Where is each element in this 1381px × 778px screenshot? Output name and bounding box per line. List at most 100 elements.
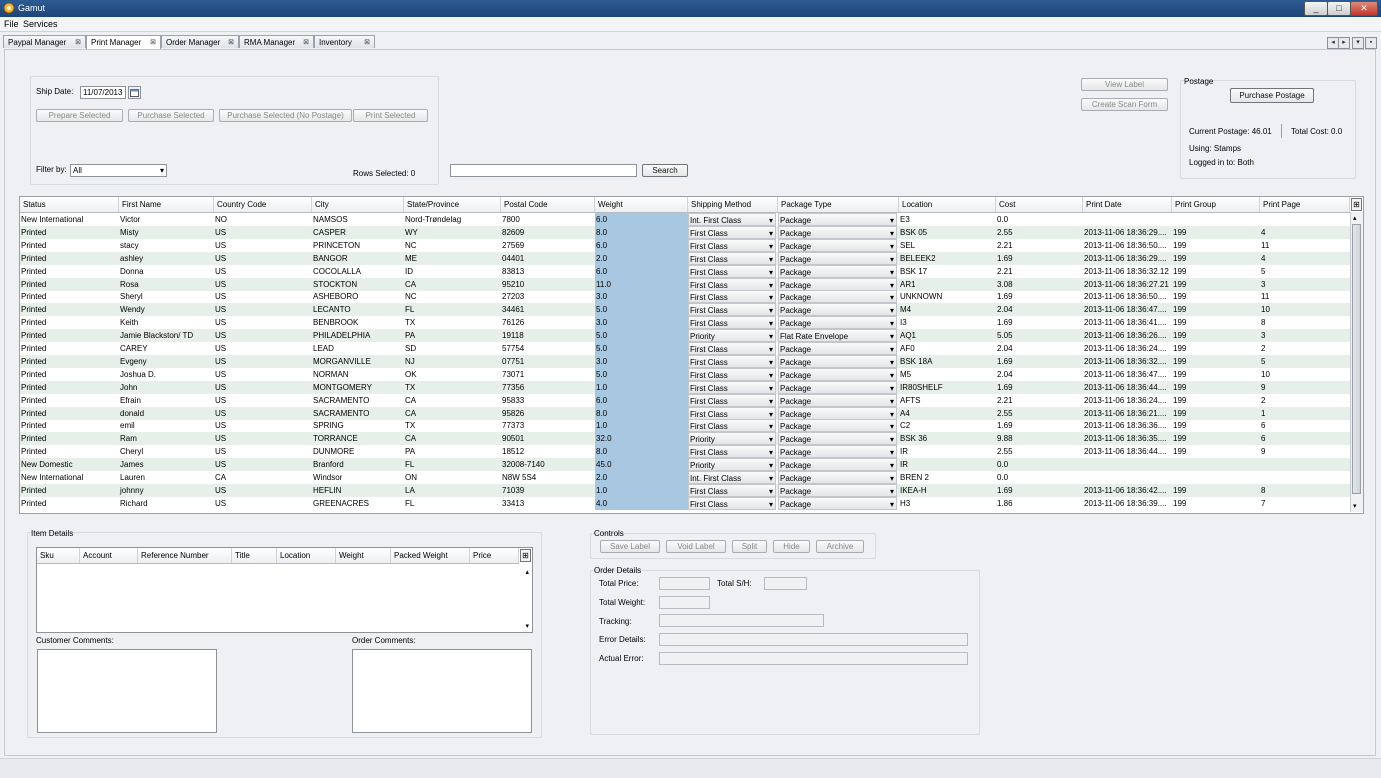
shipping-method-cell[interactable]: First Class — [688, 406, 776, 420]
column-header-postal-code[interactable]: Postal Code — [501, 197, 595, 212]
total-price-field[interactable] — [659, 577, 710, 590]
package-type-cell[interactable]: Package — [778, 213, 897, 226]
tab-close-icon[interactable]: ⊠ — [75, 36, 81, 49]
package-type-cell[interactable]: Package — [778, 264, 897, 278]
shipping-method-cell[interactable]: First Class — [688, 380, 776, 394]
total-sh-field[interactable] — [764, 577, 807, 590]
maximize-button[interactable]: □ — [1327, 1, 1351, 16]
scroll-down-icon[interactable]: ▾ — [1353, 502, 1357, 510]
column-header-country-code[interactable]: Country Code — [214, 197, 312, 212]
package-type-cell[interactable]: Package — [778, 406, 897, 420]
actual-error-field[interactable] — [659, 652, 968, 665]
column-header-first-name[interactable]: First Name — [119, 197, 214, 212]
item-column-header-location[interactable]: Location — [277, 548, 336, 563]
shipping-method-cell[interactable]: First Class — [688, 496, 776, 510]
menu-services[interactable]: Services — [23, 19, 58, 29]
package-type-cell[interactable]: Package — [778, 277, 897, 291]
package-type-cell[interactable]: Package — [778, 225, 897, 239]
weight-cell[interactable]: 5.0 — [595, 367, 688, 381]
package-type-cell[interactable]: Package — [778, 316, 897, 330]
table-row[interactable]: Printed donald US SACRAMENTO CA 95826 8.0 First… — [20, 406, 1350, 420]
package-type-cell[interactable]: Package — [778, 483, 897, 497]
create-scan-form-button[interactable]: Create Scan Form — [1081, 98, 1168, 111]
purchase-selected-button[interactable]: Purchase Selected — [128, 109, 214, 122]
shipping-method-cell[interactable]: First Class — [688, 225, 776, 239]
filter-select[interactable]: All ▾ — [70, 164, 167, 177]
table-row[interactable]: Printed Keith US BENBROOK TX 76126 3.0 First Cl… — [20, 316, 1350, 330]
shipping-method-cell[interactable]: First Class — [688, 367, 776, 381]
table-row[interactable]: Printed Evgeny US MORGANVILLE NJ 07751 3.0 Firs… — [20, 354, 1350, 368]
table-row[interactable]: Printed Cheryl US DUNMORE PA 18512 8.0 First Cl… — [20, 445, 1350, 459]
package-type-cell[interactable]: Package — [778, 238, 897, 252]
weight-cell[interactable]: 3.0 — [595, 290, 688, 304]
table-row[interactable]: New International Lauren CA Windsor ON N8W 5S… — [20, 471, 1350, 484]
tab-scroll-right-icon[interactable]: ▸ — [1338, 37, 1350, 49]
tab-print-manager[interactable]: Print Manager ⊠ — [86, 35, 161, 49]
tab-list-icon[interactable]: ▾ — [1352, 37, 1364, 49]
package-type-cell[interactable]: Package — [778, 496, 897, 510]
table-row[interactable]: Printed John US MONTGOMERY TX 77356 1.0 First C… — [20, 380, 1350, 394]
table-row[interactable]: Printed emil US SPRING TX 77373 1.0 First Class… — [20, 419, 1350, 433]
item-column-header-packed-weight[interactable]: Packed Weight — [391, 548, 470, 563]
prepare-selected-button[interactable]: Prepare Selected — [36, 109, 123, 122]
package-type-cell[interactable]: Flat Rate Envelope — [778, 329, 897, 343]
close-window-button[interactable]: ✕ — [1350, 1, 1378, 16]
shipping-method-cell[interactable]: First Class — [688, 354, 776, 368]
tab-paypal-manager[interactable]: Paypal Manager ⊠ — [3, 35, 86, 48]
weight-cell[interactable]: 5.0 — [595, 342, 688, 355]
shipping-method-cell[interactable]: First Class — [688, 393, 776, 407]
shipping-method-cell[interactable]: First Class — [688, 264, 776, 278]
column-header-location[interactable]: Location — [899, 197, 996, 212]
package-type-cell[interactable]: Package — [778, 419, 897, 433]
shipping-method-cell[interactable]: Priority — [688, 432, 776, 446]
shipping-method-cell[interactable]: First Class — [688, 251, 776, 265]
menu-file[interactable]: File — [4, 19, 19, 29]
tab-order-manager[interactable]: Order Manager ⊠ — [161, 35, 239, 48]
error-details-field[interactable] — [659, 633, 968, 646]
column-header-state-province[interactable]: State/Province — [404, 197, 501, 212]
weight-cell[interactable]: 6.0 — [595, 393, 688, 407]
column-header-print-group[interactable]: Print Group — [1172, 197, 1260, 212]
weight-cell[interactable]: 2.0 — [595, 251, 688, 265]
weight-cell[interactable]: 6.0 — [595, 213, 688, 226]
weight-cell[interactable]: 4.0 — [595, 496, 688, 510]
weight-cell[interactable]: 1.0 — [595, 483, 688, 497]
shipping-method-cell[interactable]: Priority — [688, 458, 776, 472]
weight-cell[interactable]: 3.0 — [595, 354, 688, 368]
package-type-cell[interactable]: Package — [778, 380, 897, 394]
table-row[interactable]: New International Victor NO NAMSOS Nord-Trøn… — [20, 213, 1350, 226]
calendar-icon[interactable] — [128, 86, 141, 99]
column-header-city[interactable]: City — [312, 197, 404, 212]
view-label-button[interactable]: View Label — [1081, 78, 1168, 91]
table-row[interactable]: Printed Sheryl US ASHEBORO NC 27203 3.0 First C… — [20, 290, 1350, 304]
shipping-method-cell[interactable]: First Class — [688, 445, 776, 459]
weight-cell[interactable]: 32.0 — [595, 432, 688, 446]
package-type-cell[interactable]: Package — [778, 393, 897, 407]
shipping-method-cell[interactable]: First Class — [688, 483, 776, 497]
item-column-header-sku[interactable]: Sku — [37, 548, 80, 563]
weight-cell[interactable]: 8.0 — [595, 225, 688, 239]
package-type-cell[interactable]: Package — [778, 290, 897, 304]
split-button[interactable]: Split — [732, 540, 767, 553]
package-type-cell[interactable]: Package — [778, 354, 897, 368]
table-row[interactable]: Printed Efrain US SACRAMENTO CA 95833 6.0 First… — [20, 393, 1350, 407]
purchase-postage-button[interactable]: Purchase Postage — [1230, 88, 1314, 103]
package-type-cell[interactable]: Package — [778, 251, 897, 265]
hide-button[interactable]: Hide — [773, 540, 810, 553]
tracking-field[interactable] — [659, 614, 824, 627]
table-scrollbar[interactable]: ▴ ▾ — [1350, 212, 1363, 512]
table-row[interactable]: Printed johnny US HEFLIN LA 71039 1.0 First Cla… — [20, 483, 1350, 497]
shipping-method-cell[interactable]: Int. First Class — [688, 213, 776, 226]
order-comments-textarea[interactable] — [352, 649, 532, 733]
tab-close-icon[interactable]: ⊠ — [228, 36, 234, 49]
search-button[interactable]: Search — [642, 164, 688, 177]
weight-cell[interactable]: 1.0 — [595, 419, 688, 433]
table-row[interactable]: Printed ashley US BANGOR ME 04401 2.0 First Cla… — [20, 251, 1350, 265]
print-selected-button[interactable]: Print Selected — [353, 109, 428, 122]
table-row[interactable]: Printed stacy US PRINCETON NC 27569 6.0 First C… — [20, 238, 1350, 252]
search-input[interactable] — [450, 164, 637, 177]
weight-cell[interactable]: 1.0 — [595, 380, 688, 394]
item-column-header-reference-number[interactable]: Reference Number — [138, 548, 232, 563]
table-row[interactable]: Printed Ram US TORRANCE CA 90501 32.0PriorityP… — [20, 432, 1350, 446]
table-row[interactable]: Printed Jamie Blackston/ TD US PHILADELPHIA… — [20, 329, 1350, 343]
